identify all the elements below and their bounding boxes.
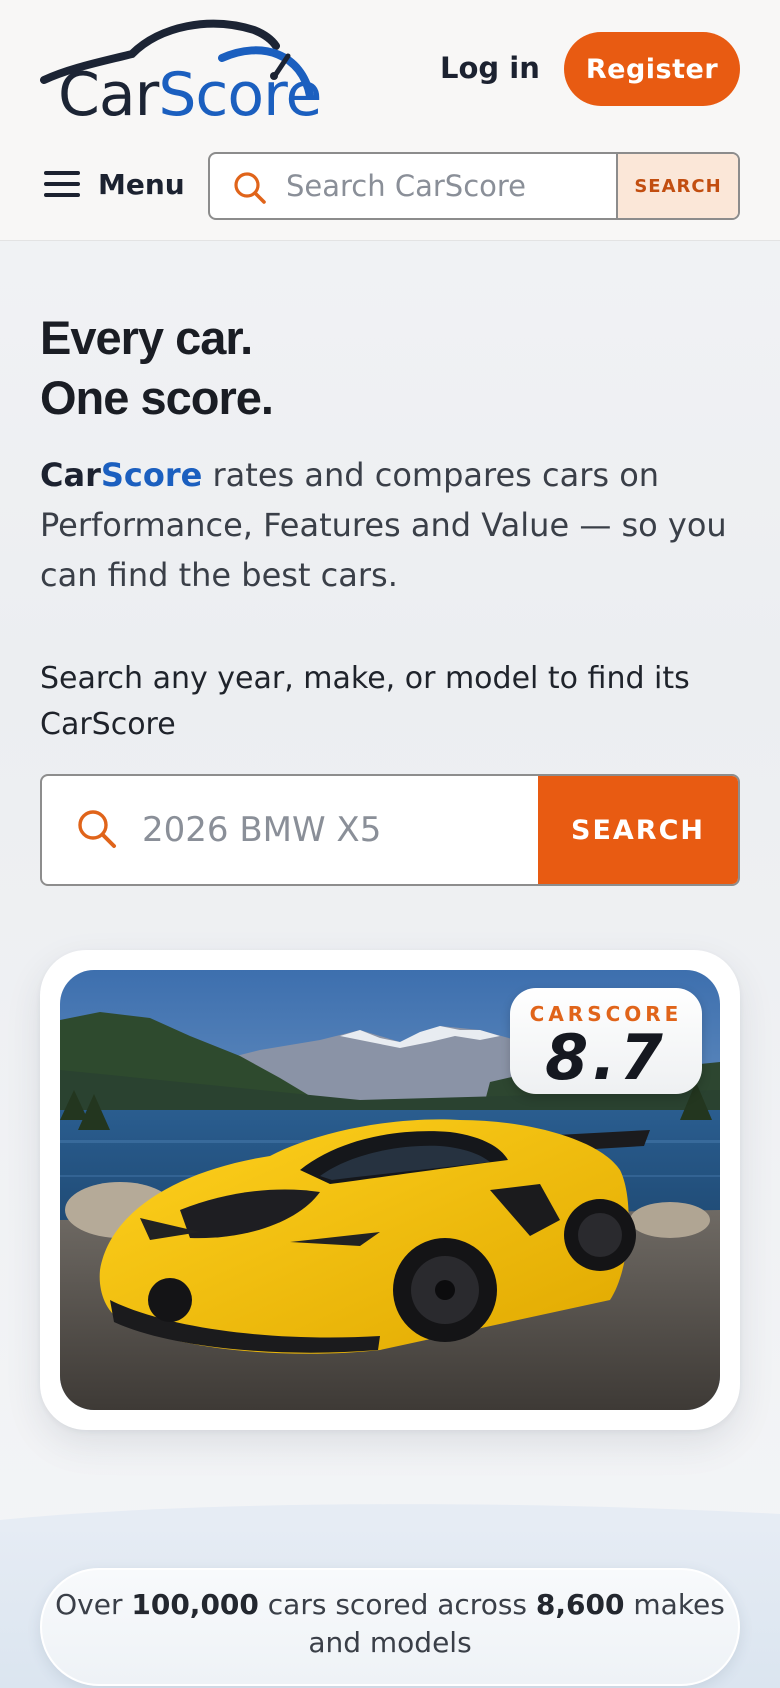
- logo-wordmark: CarScore: [58, 60, 322, 130]
- carscore-logo[interactable]: CarScore: [40, 18, 340, 130]
- brand-score: Score: [100, 456, 203, 494]
- header-search-input[interactable]: [286, 154, 616, 218]
- search-prompt: Search any year, make, or model to find …: [40, 661, 690, 742]
- menu-button[interactable]: Menu: [44, 158, 185, 210]
- hero-title-line2: One score.: [40, 371, 274, 424]
- main-search-button[interactable]: SEARCH: [538, 776, 738, 884]
- logo-text-score: Score: [158, 60, 322, 130]
- hero-title-line1: Every car.: [40, 311, 253, 364]
- site-header: CarScore Log in Register Menu SEARCH: [0, 0, 780, 241]
- brand-car: Car: [40, 456, 101, 494]
- stats-summary: Over 100,000 cars scored across 8,600 ma…: [40, 1568, 740, 1686]
- header-search-bar: SEARCH: [208, 152, 740, 220]
- hero-title: Every car. One score.: [40, 308, 640, 428]
- main-search-bar: SEARCH: [40, 774, 740, 886]
- menu-icon: [44, 171, 82, 197]
- logo-text-car: Car: [58, 60, 159, 130]
- carscore-badge: CARSCORE 8.7: [510, 988, 702, 1094]
- search-icon: [234, 172, 266, 204]
- search-icon: [78, 810, 116, 848]
- hero-description: CarScore rates and compares cars on Perf…: [40, 450, 740, 600]
- stats-prefix: Over: [55, 1588, 132, 1621]
- header-search-button[interactable]: SEARCH: [616, 154, 738, 218]
- main-search-input[interactable]: [142, 776, 522, 884]
- stats-makes-count: 8,600: [535, 1588, 625, 1621]
- stats-cars-count: 100,000: [131, 1588, 259, 1621]
- score-value: 8.7: [545, 1021, 667, 1094]
- register-button[interactable]: Register: [564, 32, 740, 106]
- login-link[interactable]: Log in: [440, 44, 540, 92]
- menu-label: Menu: [98, 167, 185, 201]
- stats-middle: cars scored across: [258, 1588, 536, 1621]
- band-wave: [0, 1504, 780, 1532]
